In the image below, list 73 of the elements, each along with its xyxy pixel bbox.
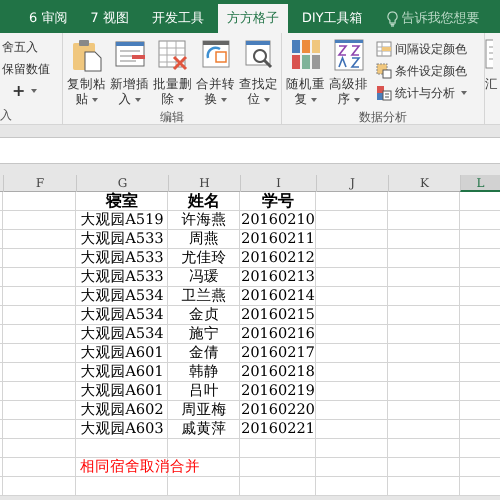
table-cell: 20160211: [240, 230, 316, 249]
table-cell-text: 大观园A519: [79, 211, 165, 230]
table-cell-text: 尤佳玲: [180, 249, 228, 268]
ribbon-button[interactable]: 批量删 除: [151, 36, 194, 108]
group-label: 编辑: [159, 109, 185, 124]
table-cell-text: 周亚梅: [180, 401, 228, 420]
table-cell: 20160220: [240, 401, 316, 420]
ribbon-button[interactable]: 合并转 换: [194, 36, 237, 108]
ribbon-button[interactable]: 高级排 序: [327, 36, 370, 108]
ribbon-button[interactable]: 复制粘 贴: [65, 36, 108, 108]
ribbon-tab[interactable]: 7 视图: [81, 4, 138, 33]
table-cell: 20160210: [240, 211, 316, 230]
table-cell-text: 大观园A601: [79, 363, 165, 382]
ribbon-button[interactable]: 随机重 复: [284, 36, 327, 108]
table-cell: 20160214: [240, 287, 316, 306]
ribbon-button[interactable]: 条件设定颜色: [374, 60, 469, 82]
table-cell-text: 戚黄萍: [180, 420, 228, 439]
table-cell-text: 大观园A601: [79, 382, 165, 401]
table-cell-text: 寝室: [104, 192, 139, 211]
chart-table-icon: [376, 85, 392, 101]
ribbon-button[interactable]: +: [10, 80, 40, 102]
table-cell-text: 姓名: [186, 192, 221, 211]
ribbon-button[interactable]: 查找定 位: [237, 36, 280, 108]
table-cell: 20160221: [240, 420, 316, 439]
ribbon-tab[interactable]: DIY工具箱: [292, 4, 372, 33]
table-cell-text: 大观园A534: [79, 306, 165, 325]
table-delete-icon: [156, 38, 188, 72]
table-cell-text: 相同宿舍取消合并: [79, 458, 200, 477]
table-cell-text: 卫兰燕: [180, 287, 228, 306]
clipboard-icon: [70, 38, 102, 72]
group-label: 入: [0, 107, 13, 124]
sort-icon: [332, 38, 364, 72]
ribbon-button[interactable]: 舍五入: [0, 36, 40, 58]
table-cell: 20160216: [240, 325, 316, 344]
ribbon-tab[interactable]: 开发工具: [142, 4, 213, 33]
table-cell-text: 冯瑗: [188, 268, 220, 287]
table-cell: 20160219: [240, 382, 316, 401]
table-cell: 20160217: [240, 344, 316, 363]
ribbon-tab[interactable]: 6 审阅: [20, 4, 76, 33]
column-header[interactable]: L: [460, 175, 500, 192]
lightbulb-icon: [386, 10, 398, 26]
table-cell-text: 大观园A602: [79, 401, 165, 420]
table-cell: 20160213: [240, 268, 316, 287]
table-cell-text: 大观园A533: [79, 249, 165, 268]
table-cell-text: 大观园A601: [79, 344, 165, 363]
table-cell-text: 周燕: [188, 230, 220, 249]
ribbon-button[interactable]: 保留数值: [0, 58, 52, 80]
ribbon-tab[interactable]: 方方格子: [218, 4, 288, 33]
table-cell-text: 大观园A533: [79, 230, 165, 249]
grid-icon: [376, 41, 392, 57]
formula-bar[interactable]: [0, 137, 500, 164]
table-cell-text: 大观园A534: [79, 287, 165, 306]
ribbon-button[interactable]: 间隔设定颜色: [374, 38, 469, 60]
ribbon-button[interactable]: 汇: [485, 36, 500, 124]
table-cell-text: 学号: [261, 192, 295, 211]
ribbon-button[interactable]: 统计与分析: [374, 82, 469, 104]
table-cell-text: 施宁: [188, 325, 220, 344]
table-cell-text: 许海燕: [180, 211, 228, 230]
color-blocks-icon: [290, 38, 322, 72]
table-cell-text: 金倩: [188, 344, 220, 363]
search-field[interactable]: 告诉我您想要: [402, 8, 486, 28]
group-label: 数据分析: [358, 109, 408, 124]
table-cell-text: 大观园A533: [79, 268, 165, 287]
table-cell: 20160215: [240, 306, 316, 325]
table-cell-text: 吕叶: [188, 382, 220, 401]
table-cell: 20160212: [240, 249, 316, 268]
table-cell: 20160218: [240, 363, 316, 382]
table-cell-text: 韩静: [188, 363, 220, 382]
table-cell-text: 大观园A603: [79, 420, 165, 439]
table-cell-text: 大观园A534: [79, 325, 165, 344]
ribbon-button[interactable]: 新增插 入: [108, 36, 151, 108]
table-cell-text: 金贞: [188, 306, 220, 325]
dashed-square-icon: [376, 63, 392, 79]
